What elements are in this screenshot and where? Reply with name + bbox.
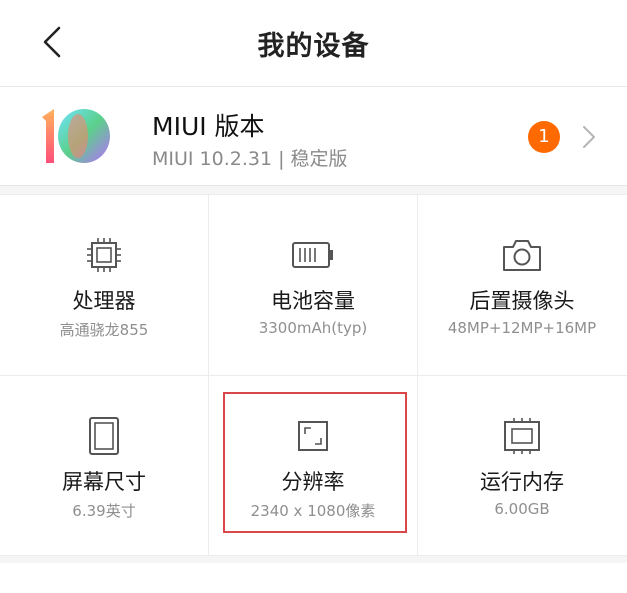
spec-cell-resolution[interactable]: 分辨率 2340 x 1080像素: [209, 376, 417, 556]
page-title: 我的设备: [257, 31, 370, 62]
next-section-card: [0, 563, 627, 593]
spec-value: 3300mAh(typ): [258, 319, 368, 337]
spec-cell-memory[interactable]: 运行内存 6.00GB: [418, 376, 626, 556]
spec-value: 高通骁龙855: [59, 321, 149, 339]
spec-value: 6.00GB: [494, 500, 550, 518]
spec-grid: 处理器 高通骁龙855 电池容量 3300mAh(typ) 后置摄像头 48MP…: [0, 194, 627, 556]
screen-icon: [89, 417, 119, 455]
spec-label: 运行内存: [480, 470, 564, 494]
memory-icon: [504, 418, 540, 454]
camera-icon: [503, 240, 541, 271]
spec-label: 电池容量: [271, 289, 355, 313]
spec-cell-camera[interactable]: 后置摄像头 48MP+12MP+16MP: [418, 195, 626, 375]
spec-cell-battery[interactable]: 电池容量 3300mAh(typ): [209, 195, 417, 375]
spec-value: 2340 x 1080像素: [250, 502, 376, 520]
spec-label: 后置摄像头: [469, 289, 575, 313]
battery-icon: [292, 242, 333, 268]
spec-value: 6.39英寸: [72, 502, 136, 520]
spec-label: 分辨率: [281, 470, 345, 494]
miui-version-number: MIUI 10.2.31 | 稳定版: [152, 148, 348, 170]
chip-icon: [87, 238, 121, 272]
spec-value: 48MP+12MP+16MP: [447, 319, 597, 337]
resolution-icon: [298, 421, 328, 451]
chevron-right-icon: [583, 126, 595, 148]
update-badge: 1: [528, 121, 560, 153]
miui-10-logo: [42, 109, 110, 163]
miui-version-title: MIUI 版本: [152, 112, 265, 141]
spec-label: 屏幕尺寸: [62, 470, 146, 494]
spec-cell-screen-size[interactable]: 屏幕尺寸 6.39英寸: [0, 376, 208, 556]
miui-version-row[interactable]: MIUI 版本 MIUI 10.2.31 | 稳定版 1: [0, 87, 627, 186]
top-bar: 我的设备: [0, 0, 627, 87]
spec-label: 处理器: [72, 289, 136, 313]
spec-cell-processor[interactable]: 处理器 高通骁龙855: [0, 195, 208, 375]
